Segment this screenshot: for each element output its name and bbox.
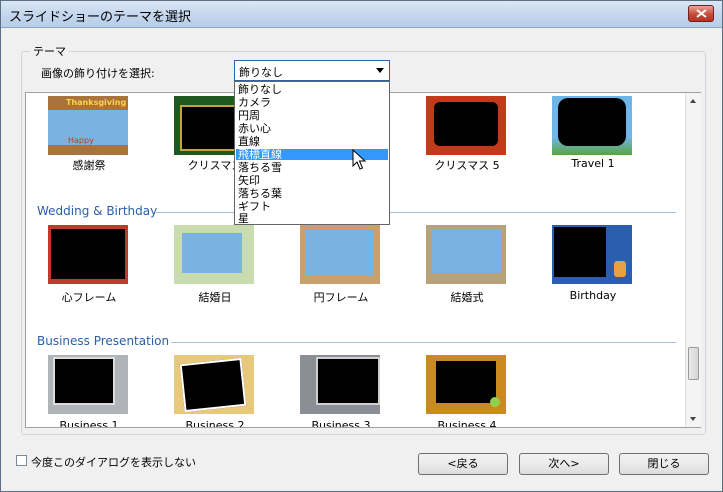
thumbnail-wedding-day[interactable] [174,225,254,284]
title-bar[interactable]: スライドショーのテーマを選択 [1,1,722,28]
thumbnail-travel-1[interactable] [552,96,632,155]
thumbnail-thanksgiving[interactable]: Thanksgiving Happy [48,96,128,155]
thanksgiving-footer-text: Happy [68,136,94,145]
dont-show-again-checkbox[interactable] [16,455,27,466]
theme-label: クリスマス 5 [434,159,500,172]
thumbnail-business-3[interactable] [300,355,380,414]
thumbnail-heart-frame[interactable] [48,225,128,284]
section-divider [171,342,676,343]
thumbnail-birthday[interactable] [552,225,632,284]
close-icon [696,9,707,18]
dropdown-item[interactable]: 矢印 [236,175,388,186]
thumbnail-business-1[interactable] [48,355,128,414]
theme-label: 円フレーム [313,291,369,304]
scrollbar-thumb[interactable] [688,347,699,380]
decoration-select-label: 画像の飾り付けを選択: [41,67,155,80]
thumbnail-circle-frame[interactable] [300,225,380,284]
dropdown-item[interactable]: 星 [236,213,388,224]
section-title-wedding-birthday: Wedding & Birthday [37,204,158,218]
vertical-scrollbar[interactable] [685,93,701,427]
window-title: スライドショーのテーマを選択 [9,10,192,25]
scroll-up-arrow-icon[interactable] [686,93,701,109]
decoration-dropdown-list[interactable]: 飾りなし カメラ 円周 赤い心 直線 飛標直線 落ちる雪 矢印 落ちる葉 ギフト… [234,81,390,225]
dropdown-item[interactable]: 赤い心 [236,123,388,134]
thanksgiving-banner-text: Thanksgiving [66,98,127,107]
dont-show-again-label[interactable]: 今度このダイアログを表示しない [31,454,196,470]
theme-label: 心フレーム [61,291,117,304]
window-close-button[interactable] [688,5,714,22]
theme-label: Business 1 [59,419,119,428]
theme-label: 結婚日 [198,291,232,304]
dropdown-item[interactable]: 飾りなし [236,84,388,95]
dialog-window: スライドショーのテーマを選択 テーマ 画像の飾り付けを選択: 飾りなし Than… [0,0,723,492]
dropdown-item[interactable]: 落ちる葉 [236,188,388,199]
theme-label: Business 3 [311,419,371,428]
chevron-down-icon[interactable] [376,68,384,73]
dropdown-item[interactable]: 円周 [236,110,388,121]
thumbnail-business-2[interactable] [174,355,254,414]
section-title-business-presentation: Business Presentation [37,334,170,348]
thumbnail-wedding[interactable] [426,225,506,284]
decoration-select-value: 飾りなし [239,66,283,79]
decoration-select[interactable]: 飾りなし [234,60,390,81]
dropdown-item[interactable]: カメラ [236,97,388,108]
thumbnail-christmas-5[interactable] [426,96,506,155]
back-button[interactable]: <戻る [418,453,508,475]
thumbnail-business-4[interactable] [426,355,506,414]
dropdown-item[interactable]: ギフト [236,201,388,212]
theme-label: 結婚式 [450,291,484,304]
dropdown-item[interactable]: 直線 [236,136,388,147]
theme-label: Birthday [569,289,617,302]
close-button[interactable]: 閉じる [619,453,709,475]
scroll-down-arrow-icon[interactable] [686,411,701,427]
theme-label: Business 4 [437,419,497,428]
theme-label: Business 2 [185,419,245,428]
theme-label: 感謝祭 [72,159,106,172]
theme-label: Travel 1 [571,157,615,170]
mouse-pointer-icon [352,149,366,170]
theme-group-legend: テーマ [30,43,69,59]
next-button[interactable]: 次へ> [519,453,609,475]
